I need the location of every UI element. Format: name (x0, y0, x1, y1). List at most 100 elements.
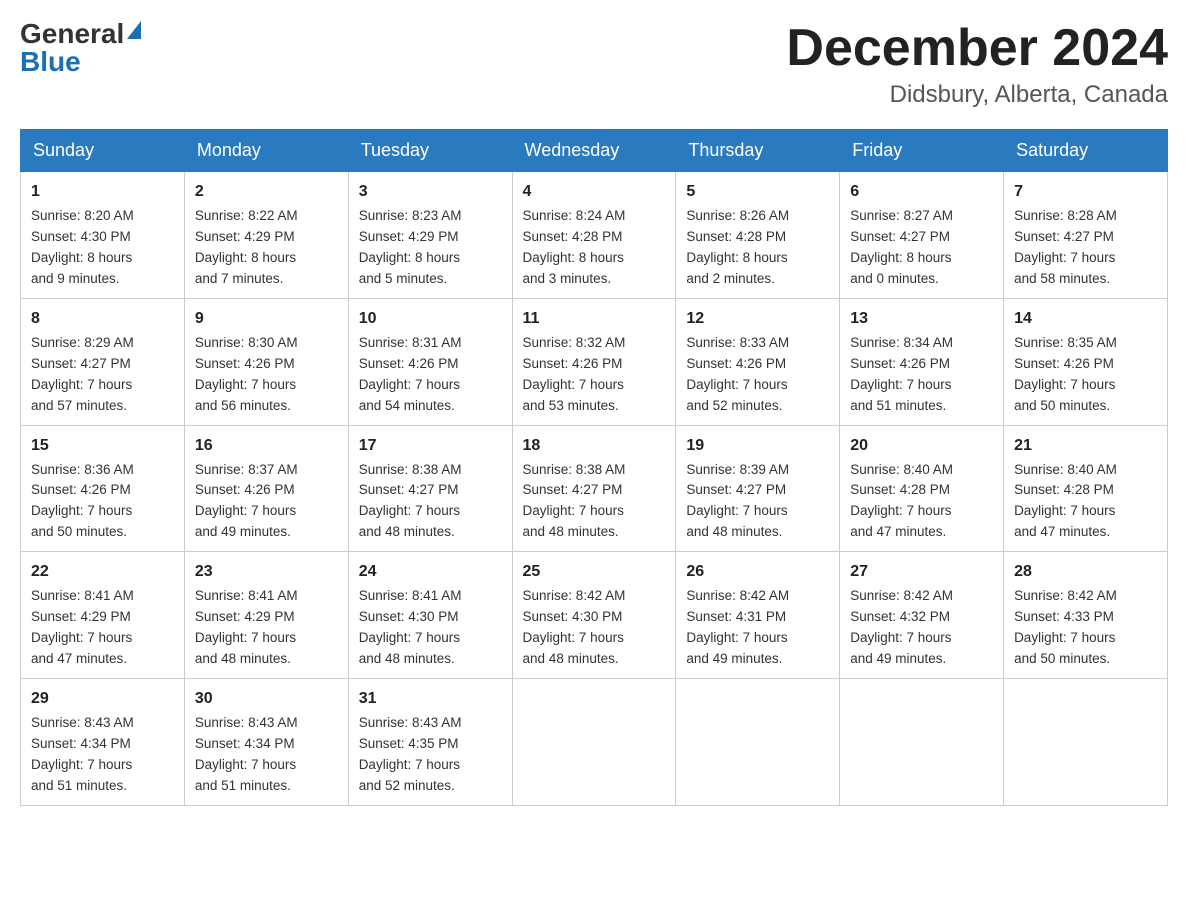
calendar-cell: 30Sunrise: 8:43 AMSunset: 4:34 PMDayligh… (184, 678, 348, 805)
logo: General Blue (20, 20, 141, 76)
day-info: Sunrise: 8:42 AMSunset: 4:30 PMDaylight:… (523, 588, 626, 666)
calendar-cell: 8 Sunrise: 8:29 AMSunset: 4:27 PMDaylight… (21, 298, 185, 425)
day-info: Sunrise: 8:29 AMSunset: 4:27 PMDaylight:… (31, 335, 134, 413)
calendar-cell: 31 Sunrise: 8:43 AMSunset: 4:35 PMDayligh… (348, 678, 512, 805)
day-info: Sunrise: 8:37 AMSunset: 4:26 PMDaylight:… (195, 462, 298, 540)
calendar-cell: 15 Sunrise: 8:36 AMSunset: 4:26 PMDayligh… (21, 425, 185, 552)
day-number: 20 (850, 434, 993, 458)
day-number: 2 (195, 180, 338, 204)
calendar-week-row: 8 Sunrise: 8:29 AMSunset: 4:27 PMDaylight… (21, 298, 1168, 425)
calendar-cell: 4Sunrise: 8:24 AMSunset: 4:28 PMDaylight… (512, 172, 676, 299)
day-number: 26 (686, 560, 829, 584)
col-header-wednesday: Wednesday (512, 130, 676, 172)
calendar-cell: 7Sunrise: 8:28 AMSunset: 4:27 PMDaylight… (1004, 172, 1168, 299)
day-number: 14 (1014, 307, 1157, 331)
day-info: Sunrise: 8:41 AMSunset: 4:30 PMDaylight:… (359, 588, 462, 666)
calendar-week-row: 22 Sunrise: 8:41 AMSunset: 4:29 PMDayligh… (21, 552, 1168, 679)
day-number: 5 (686, 180, 829, 204)
day-number: 18 (523, 434, 666, 458)
day-number: 15 (31, 434, 174, 458)
day-info: Sunrise: 8:38 AMSunset: 4:27 PMDaylight:… (523, 462, 626, 540)
day-info: Sunrise: 8:27 AMSunset: 4:27 PMDaylight:… (850, 208, 953, 286)
day-info: Sunrise: 8:31 AMSunset: 4:26 PMDaylight:… (359, 335, 462, 413)
day-number: 29 (31, 687, 174, 711)
day-info: Sunrise: 8:42 AMSunset: 4:31 PMDaylight:… (686, 588, 789, 666)
day-number: 31 (359, 687, 502, 711)
calendar-table: SundayMondayTuesdayWednesdayThursdayFrid… (20, 129, 1168, 805)
day-number: 22 (31, 560, 174, 584)
day-info: Sunrise: 8:20 AMSunset: 4:30 PMDaylight:… (31, 208, 134, 286)
day-number: 3 (359, 180, 502, 204)
day-number: 17 (359, 434, 502, 458)
calendar-cell: 14 Sunrise: 8:35 AMSunset: 4:26 PMDayligh… (1004, 298, 1168, 425)
day-number: 9 (195, 307, 338, 331)
calendar-cell: 3 Sunrise: 8:23 AMSunset: 4:29 PMDaylight… (348, 172, 512, 299)
calendar-cell (512, 678, 676, 805)
day-number: 4 (523, 180, 666, 204)
col-header-tuesday: Tuesday (348, 130, 512, 172)
calendar-week-row: 1 Sunrise: 8:20 AMSunset: 4:30 PMDaylight… (21, 172, 1168, 299)
calendar-cell (1004, 678, 1168, 805)
calendar-cell: 9 Sunrise: 8:30 AMSunset: 4:26 PMDaylight… (184, 298, 348, 425)
day-number: 30 (195, 687, 338, 711)
day-info: Sunrise: 8:36 AMSunset: 4:26 PMDaylight:… (31, 462, 134, 540)
calendar-cell: 1 Sunrise: 8:20 AMSunset: 4:30 PMDaylight… (21, 172, 185, 299)
day-number: 19 (686, 434, 829, 458)
day-number: 25 (523, 560, 666, 584)
title-section: December 2024 Didsbury, Alberta, Canada (786, 20, 1168, 109)
calendar-cell: 10Sunrise: 8:31 AMSunset: 4:26 PMDayligh… (348, 298, 512, 425)
calendar-cell (840, 678, 1004, 805)
calendar-cell: 16Sunrise: 8:37 AMSunset: 4:26 PMDayligh… (184, 425, 348, 552)
day-number: 12 (686, 307, 829, 331)
day-number: 8 (31, 307, 174, 331)
logo-arrow-icon (127, 21, 141, 39)
day-number: 23 (195, 560, 338, 584)
day-number: 21 (1014, 434, 1157, 458)
day-info: Sunrise: 8:35 AMSunset: 4:26 PMDaylight:… (1014, 335, 1117, 413)
logo-general: General (20, 20, 124, 48)
day-info: Sunrise: 8:43 AMSunset: 4:34 PMDaylight:… (31, 715, 134, 793)
day-number: 6 (850, 180, 993, 204)
calendar-cell: 6 Sunrise: 8:27 AMSunset: 4:27 PMDaylight… (840, 172, 1004, 299)
col-header-thursday: Thursday (676, 130, 840, 172)
day-number: 1 (31, 180, 174, 204)
day-info: Sunrise: 8:28 AMSunset: 4:27 PMDaylight:… (1014, 208, 1117, 286)
day-info: Sunrise: 8:43 AMSunset: 4:35 PMDaylight:… (359, 715, 462, 793)
calendar-cell: 21 Sunrise: 8:40 AMSunset: 4:28 PMDayligh… (1004, 425, 1168, 552)
day-info: Sunrise: 8:41 AMSunset: 4:29 PMDaylight:… (31, 588, 134, 666)
day-info: Sunrise: 8:22 AMSunset: 4:29 PMDaylight:… (195, 208, 298, 286)
day-info: Sunrise: 8:41 AMSunset: 4:29 PMDaylight:… (195, 588, 298, 666)
calendar-cell: 29 Sunrise: 8:43 AMSunset: 4:34 PMDayligh… (21, 678, 185, 805)
col-header-saturday: Saturday (1004, 130, 1168, 172)
day-info: Sunrise: 8:38 AMSunset: 4:27 PMDaylight:… (359, 462, 462, 540)
day-number: 24 (359, 560, 502, 584)
logo-blue: Blue (20, 48, 81, 76)
calendar-cell: 25 Sunrise: 8:42 AMSunset: 4:30 PMDayligh… (512, 552, 676, 679)
calendar-cell: 22 Sunrise: 8:41 AMSunset: 4:29 PMDayligh… (21, 552, 185, 679)
col-header-sunday: Sunday (21, 130, 185, 172)
calendar-cell: 27Sunrise: 8:42 AMSunset: 4:32 PMDayligh… (840, 552, 1004, 679)
calendar-cell: 20 Sunrise: 8:40 AMSunset: 4:28 PMDayligh… (840, 425, 1004, 552)
day-number: 11 (523, 307, 666, 331)
day-info: Sunrise: 8:34 AMSunset: 4:26 PMDaylight:… (850, 335, 953, 413)
calendar-cell: 28Sunrise: 8:42 AMSunset: 4:33 PMDayligh… (1004, 552, 1168, 679)
day-info: Sunrise: 8:40 AMSunset: 4:28 PMDaylight:… (1014, 462, 1117, 540)
day-info: Sunrise: 8:32 AMSunset: 4:26 PMDaylight:… (523, 335, 626, 413)
day-info: Sunrise: 8:42 AMSunset: 4:32 PMDaylight:… (850, 588, 953, 666)
day-info: Sunrise: 8:30 AMSunset: 4:26 PMDaylight:… (195, 335, 298, 413)
col-header-friday: Friday (840, 130, 1004, 172)
day-info: Sunrise: 8:40 AMSunset: 4:28 PMDaylight:… (850, 462, 953, 540)
calendar-cell: 24 Sunrise: 8:41 AMSunset: 4:30 PMDayligh… (348, 552, 512, 679)
col-header-monday: Monday (184, 130, 348, 172)
calendar-cell: 17 Sunrise: 8:38 AMSunset: 4:27 PMDayligh… (348, 425, 512, 552)
calendar-cell: 26 Sunrise: 8:42 AMSunset: 4:31 PMDayligh… (676, 552, 840, 679)
calendar-week-row: 29 Sunrise: 8:43 AMSunset: 4:34 PMDayligh… (21, 678, 1168, 805)
calendar-cell: 18 Sunrise: 8:38 AMSunset: 4:27 PMDayligh… (512, 425, 676, 552)
day-info: Sunrise: 8:39 AMSunset: 4:27 PMDaylight:… (686, 462, 789, 540)
calendar-cell: 2 Sunrise: 8:22 AMSunset: 4:29 PMDaylight… (184, 172, 348, 299)
calendar-cell: 12Sunrise: 8:33 AMSunset: 4:26 PMDayligh… (676, 298, 840, 425)
day-info: Sunrise: 8:23 AMSunset: 4:29 PMDaylight:… (359, 208, 462, 286)
calendar-cell: 19 Sunrise: 8:39 AMSunset: 4:27 PMDayligh… (676, 425, 840, 552)
calendar-header-row: SundayMondayTuesdayWednesdayThursdayFrid… (21, 130, 1168, 172)
calendar-cell: 23 Sunrise: 8:41 AMSunset: 4:29 PMDayligh… (184, 552, 348, 679)
